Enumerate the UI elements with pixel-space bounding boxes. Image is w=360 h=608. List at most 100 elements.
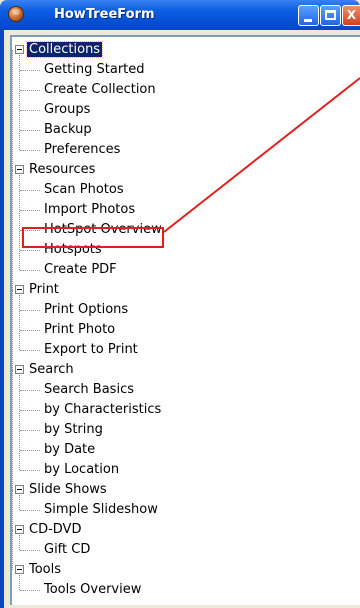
close-button[interactable]: X xyxy=(342,5,360,26)
tree-connector xyxy=(20,350,40,351)
tree-collapse-icon[interactable] xyxy=(15,165,24,174)
tree-item-scan-photos[interactable]: Scan Photos xyxy=(42,181,126,199)
tree-connector xyxy=(20,590,40,591)
minimize-icon xyxy=(304,19,312,22)
tree-connector xyxy=(20,450,40,451)
tree-node-label: Search xyxy=(29,362,74,377)
tree-item-export-to-print[interactable]: Export to Print xyxy=(42,341,140,359)
tree-item-print-options[interactable]: Print Options xyxy=(42,301,130,319)
tree-connector xyxy=(20,70,40,71)
tree-connector xyxy=(20,310,40,311)
tree-item-label: Gift CD xyxy=(44,542,91,557)
tree-collapse-icon[interactable] xyxy=(15,45,24,54)
tree-connector xyxy=(19,495,20,510)
app-icon[interactable] xyxy=(8,6,24,22)
tree-connector xyxy=(20,430,40,431)
tree-collapse-icon[interactable] xyxy=(15,565,24,574)
tree-view[interactable]: Collections Getting Started Create Collect… xyxy=(10,35,360,605)
tree-root-connector xyxy=(12,530,13,570)
tree-item-by-date[interactable]: by Date xyxy=(42,441,97,459)
tree-node-label: Collections xyxy=(25,41,104,58)
tree-item-label: Export to Print xyxy=(44,342,138,357)
tree-connector xyxy=(19,55,20,150)
tree-node-collections[interactable]: Collections xyxy=(25,41,104,59)
tree-item-label: Create Collection xyxy=(44,82,156,97)
tree-item-label: Simple Slideshow xyxy=(44,502,158,517)
tree-item-label: Tools Overview xyxy=(44,582,142,597)
tree-connector xyxy=(20,510,40,511)
tree-item-by-location[interactable]: by Location xyxy=(42,461,121,479)
tree-connector xyxy=(20,190,40,191)
tree-node-label: Slide Shows xyxy=(29,482,107,497)
tree-connector xyxy=(20,210,40,211)
tree-node-label: Tools xyxy=(29,562,62,577)
tree-connector xyxy=(20,550,40,551)
tree-connector xyxy=(20,130,40,131)
tree-item-getting-started[interactable]: Getting Started xyxy=(42,61,147,79)
tree-connector xyxy=(20,470,40,471)
tree-item-label: Groups xyxy=(44,102,91,117)
tree-item-label: Preferences xyxy=(44,142,121,157)
annotation-highlight-box xyxy=(22,227,164,248)
tree-item-create-collection[interactable]: Create Collection xyxy=(42,81,158,99)
tree-item-groups[interactable]: Groups xyxy=(42,101,92,119)
tree-item-simple-slideshow[interactable]: Simple Slideshow xyxy=(42,501,160,519)
tree-node-label: Print xyxy=(29,282,59,297)
tree-collapse-icon[interactable] xyxy=(15,525,24,534)
tree-item-gift-cd[interactable]: Gift CD xyxy=(42,541,92,559)
tree-connector xyxy=(20,390,40,391)
tree-connector xyxy=(20,330,40,331)
tree-item-preferences[interactable]: Preferences xyxy=(42,141,122,159)
tree-root-connector xyxy=(12,50,13,170)
tree-item-label: by Characteristics xyxy=(44,402,162,417)
tree-root-connector xyxy=(12,490,13,530)
tree-item-label: Create PDF xyxy=(44,262,117,277)
tree-item-create-pdf[interactable]: Create PDF xyxy=(42,261,119,279)
tree-connector xyxy=(20,270,40,271)
tree-connector xyxy=(19,295,20,350)
tree-connector xyxy=(20,110,40,111)
minimize-button[interactable] xyxy=(298,5,319,26)
tree-node-label: Resources xyxy=(29,162,96,177)
maximize-button[interactable] xyxy=(320,5,341,26)
tree-connector xyxy=(19,575,20,590)
tree-connector xyxy=(20,250,40,251)
tree-collapse-icon[interactable] xyxy=(15,365,24,374)
tree-item-label: Getting Started xyxy=(44,62,145,77)
tree-node-label: CD-DVD xyxy=(29,522,82,537)
maximize-icon xyxy=(325,10,336,20)
tree-node-slide-shows[interactable]: Slide Shows xyxy=(27,481,109,499)
tree-connector xyxy=(20,410,40,411)
tree-node-cd-dvd[interactable]: CD-DVD xyxy=(27,521,83,539)
title-bar[interactable]: HowTreeForm X xyxy=(0,0,360,30)
tree-root-connector xyxy=(12,370,13,490)
tree-root-connector xyxy=(12,290,13,370)
tree-item-label: by String xyxy=(44,422,103,437)
tree-node-search[interactable]: Search xyxy=(27,361,76,379)
tree-item-tools-overview[interactable]: Tools Overview xyxy=(42,581,143,599)
tree-node-resources[interactable]: Resources xyxy=(27,161,97,179)
tree-connector xyxy=(19,175,20,270)
tree-connector xyxy=(20,150,40,151)
tree-item-by-characteristics[interactable]: by Characteristics xyxy=(42,401,163,419)
tree-node-tools[interactable]: Tools xyxy=(27,561,63,579)
tree-item-label: Print Options xyxy=(44,302,129,317)
tree-collapse-icon[interactable] xyxy=(15,485,24,494)
tree-item-by-string[interactable]: by String xyxy=(42,421,105,439)
tree-node-print[interactable]: Print xyxy=(27,281,61,299)
tree-item-label: Backup xyxy=(44,122,92,137)
tree-item-label: Search Basics xyxy=(44,382,134,397)
tree-item-search-basics[interactable]: Search Basics xyxy=(42,381,136,399)
tree-root-connector xyxy=(12,170,13,290)
tree-collapse-icon[interactable] xyxy=(15,285,24,294)
tree-connector xyxy=(19,535,20,550)
tree-item-backup[interactable]: Backup xyxy=(42,121,94,139)
tree-item-print-photo[interactable]: Print Photo xyxy=(42,321,117,339)
window-title: HowTreeForm xyxy=(54,7,155,22)
client-area: Collections Getting Started Create Collect… xyxy=(4,30,360,608)
tree-item-label: by Date xyxy=(44,442,96,457)
tree-item-label: by Location xyxy=(44,462,120,477)
tree-connector xyxy=(19,375,20,470)
close-icon: X xyxy=(346,8,357,22)
tree-item-import-photos[interactable]: Import Photos xyxy=(42,201,137,219)
